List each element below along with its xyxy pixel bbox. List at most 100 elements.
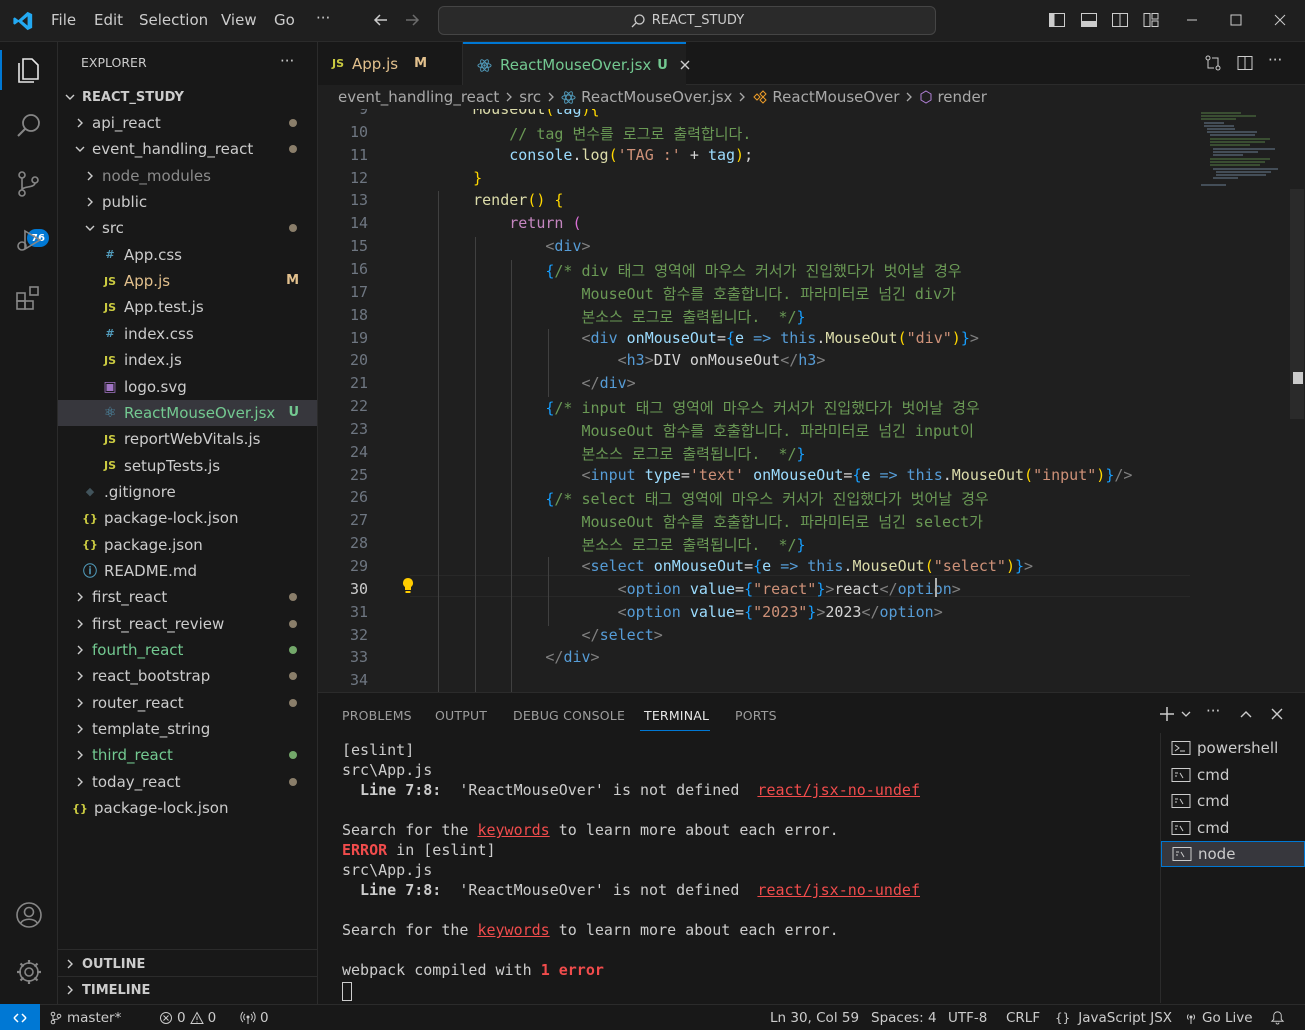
encoding[interactable]: UTF-8: [948, 1010, 987, 1026]
close-tab-icon[interactable]: [678, 58, 692, 72]
tab-problems[interactable]: PROBLEMS: [342, 708, 412, 723]
breadcrumb-class[interactable]: ReactMouseOver: [772, 88, 899, 106]
folder-item[interactable]: src: [58, 215, 317, 241]
file-item[interactable]: ⓘ README.md: [58, 558, 317, 584]
command-center-search[interactable]: REACT_STUDY: [438, 6, 936, 35]
indentation[interactable]: Spaces: 4: [871, 1010, 937, 1026]
breadcrumb-method[interactable]: render: [937, 88, 987, 106]
menu-go[interactable]: Go: [274, 11, 295, 29]
folder-item[interactable]: react_bootstrap: [58, 663, 317, 689]
tree-item-label: package.json: [104, 535, 203, 554]
terminal-instance[interactable]: cmd: [1161, 815, 1305, 841]
file-item[interactable]: JS reportWebVitals.js: [58, 426, 317, 452]
menu-file[interactable]: File: [51, 11, 76, 29]
file-item[interactable]: {} package-lock.json: [58, 795, 317, 821]
folder-item[interactable]: api_react: [58, 110, 317, 136]
search-activity-icon[interactable]: [13, 110, 45, 142]
editor-more-button[interactable]: ···: [1268, 51, 1282, 69]
minimize-window-icon[interactable]: [1184, 12, 1200, 28]
folder-item[interactable]: fourth_react: [58, 637, 317, 663]
file-item[interactable]: JS App.test.js: [58, 294, 317, 320]
tab-output[interactable]: OUTPUT: [435, 708, 487, 723]
manage-gear-icon[interactable]: [13, 956, 45, 988]
terminal-instance[interactable]: cmd: [1161, 788, 1305, 814]
tab-ports[interactable]: PORTS: [735, 708, 777, 723]
toggle-panel-icon[interactable]: [1080, 11, 1098, 29]
file-item[interactable]: {} package-lock.json: [58, 505, 317, 531]
terminal-instance[interactable]: powershell: [1161, 735, 1305, 761]
terminal-instance[interactable]: cmd: [1161, 762, 1305, 788]
outline-section[interactable]: OUTLINE: [58, 951, 317, 977]
folder-item[interactable]: node_modules: [58, 163, 317, 189]
file-item[interactable]: # index.css: [58, 321, 317, 347]
explorer-icon[interactable]: [13, 54, 45, 86]
file-item[interactable]: {} package.json: [58, 532, 317, 558]
toggle-primary-sidebar-icon[interactable]: [1048, 11, 1066, 29]
panel-more-button[interactable]: ···: [1206, 702, 1220, 720]
editor-scrollbar-thumb[interactable]: [1290, 189, 1304, 419]
menu-view[interactable]: View: [221, 11, 257, 29]
folder-item[interactable]: public: [58, 189, 317, 215]
folder-item[interactable]: router_react: [58, 690, 317, 716]
folder-item[interactable]: today_react: [58, 769, 317, 795]
notifications-bell-icon[interactable]: [1270, 1010, 1285, 1025]
breadcrumb-file[interactable]: ReactMouseOver.jsx: [581, 88, 732, 106]
minimap[interactable]: [1198, 109, 1293, 189]
split-editor-icon[interactable]: [1236, 54, 1254, 72]
timeline-section[interactable]: TIMELINE: [58, 977, 317, 1003]
remote-indicator-icon[interactable]: [0, 1004, 40, 1030]
compare-changes-icon[interactable]: [1204, 54, 1222, 72]
code-line: <option value={"2023"}>2023</option>: [437, 602, 943, 621]
folder-item[interactable]: event_handling_react: [58, 136, 317, 162]
new-terminal-icon[interactable]: [1158, 705, 1176, 723]
tab-app-js[interactable]: JS App.js M: [318, 42, 463, 85]
close-window-icon[interactable]: [1272, 12, 1288, 28]
menu-more[interactable]: ···: [316, 9, 330, 27]
back-arrow-icon[interactable]: [372, 11, 390, 29]
maximize-panel-icon[interactable]: [1238, 706, 1254, 722]
ports-indicator[interactable]: 0: [240, 1010, 269, 1026]
go-live-button[interactable]: Go Live: [1184, 1010, 1253, 1026]
cursor-position[interactable]: Ln 30, Col 59: [770, 1010, 859, 1026]
workspace-root[interactable]: REACT_STUDY: [58, 84, 317, 110]
menu-selection[interactable]: Selection: [139, 11, 208, 29]
menu-edit[interactable]: Edit: [94, 11, 123, 29]
tab-terminal[interactable]: TERMINAL: [644, 708, 709, 723]
folder-item[interactable]: template_string: [58, 716, 317, 742]
close-panel-icon[interactable]: [1269, 706, 1285, 722]
file-item[interactable]: ▣ logo.svg: [58, 374, 317, 400]
toggle-secondary-sidebar-icon[interactable]: [1111, 11, 1129, 29]
folder-item[interactable]: first_react: [58, 584, 317, 610]
customize-layout-icon[interactable]: [1142, 11, 1160, 29]
breadcrumb-folder[interactable]: event_handling_react: [338, 88, 499, 106]
file-item[interactable]: ⚛ ReactMouseOver.jsx U: [58, 399, 317, 426]
source-control-icon[interactable]: [13, 168, 45, 200]
breadcrumb-src[interactable]: src: [519, 88, 541, 106]
extensions-icon[interactable]: [13, 282, 45, 314]
end-of-line[interactable]: CRLF: [1006, 1010, 1040, 1026]
file-item[interactable]: JS setupTests.js: [58, 453, 317, 479]
code-editor[interactable]: 9 MouseOut(tag){10 // tag 변수를 로그로 출력합니다.…: [318, 109, 1305, 692]
folder-item[interactable]: first_react_review: [58, 611, 317, 637]
maximize-window-icon[interactable]: [1228, 12, 1244, 28]
lightbulb-icon[interactable]: [400, 577, 416, 595]
chevron-down-icon[interactable]: [1180, 708, 1192, 720]
tab-react-mouse-over[interactable]: ReactMouseOver.jsx U: [463, 42, 690, 86]
terminal-instance[interactable]: node: [1161, 841, 1305, 867]
accounts-icon[interactable]: [13, 899, 45, 931]
problems-indicator[interactable]: 0 0: [159, 1010, 216, 1026]
folder-item[interactable]: third_react: [58, 742, 317, 768]
language-mode[interactable]: {} JavaScript JSX: [1055, 1010, 1172, 1026]
tree-item-label: api_react: [92, 114, 161, 132]
file-item[interactable]: JS App.js M: [58, 268, 317, 294]
react-file-icon: [561, 90, 576, 105]
vscode-logo-icon[interactable]: [12, 10, 34, 32]
file-item[interactable]: ◆ .gitignore: [58, 479, 317, 505]
forward-arrow-icon[interactable]: [403, 11, 421, 29]
tab-debug-console[interactable]: DEBUG CONSOLE: [513, 708, 625, 723]
explorer-more-button[interactable]: ···: [280, 52, 294, 70]
run-debug-icon[interactable]: [13, 224, 45, 256]
file-item[interactable]: JS index.js: [58, 347, 317, 373]
file-item[interactable]: # App.css: [58, 242, 317, 268]
branch-indicator[interactable]: master*: [49, 1010, 121, 1026]
